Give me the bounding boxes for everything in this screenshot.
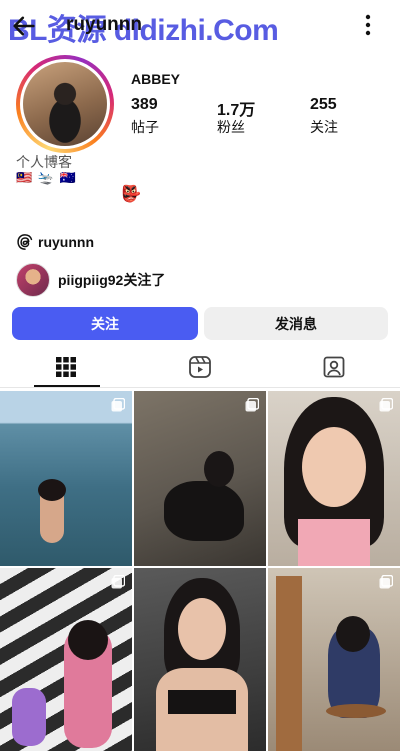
post-thumbnail[interactable] [268,568,400,751]
post-thumbnail[interactable] [0,568,132,751]
threads-handle[interactable]: ruyunnn [38,234,94,250]
following-count[interactable]: 255 [310,96,337,114]
multi-photo-icon [111,398,125,412]
tabs-divider [0,387,400,388]
multi-photo-icon [379,398,393,412]
display-name: ABBEY [131,71,181,87]
back-arrow-icon[interactable] [10,12,38,40]
watermark-text: BL资源 dldizhi.Com [8,14,279,47]
bio-mask-emoji: 👺 [121,186,141,203]
threads-icon[interactable] [16,233,34,251]
posts-label[interactable]: 帖子 [131,117,159,137]
posts-count[interactable]: 389 [131,96,158,114]
more-options-icon[interactable] [358,12,378,38]
tab-reels[interactable] [168,348,232,386]
multi-photo-icon [111,575,125,589]
followers-label[interactable]: 粉丝 [217,117,245,137]
profile-avatar[interactable] [16,55,114,153]
following-label[interactable]: 关注 [310,117,338,137]
grid-icon [56,357,76,377]
posts-grid [0,391,400,751]
mutual-follower-avatar[interactable] [16,263,50,297]
post-thumbnail[interactable] [134,391,266,566]
post-thumbnail[interactable] [0,391,132,566]
multi-photo-icon [245,398,259,412]
message-button[interactable]: 发消息 [204,307,388,340]
reels-icon [189,356,211,378]
avatar-photo [23,62,107,146]
bio-flags: 🇲🇾 🛬 🇦🇺 [16,170,77,185]
tagged-icon [323,356,345,378]
multi-photo-icon [379,575,393,589]
tab-tagged[interactable] [302,348,366,386]
profile-category: 个人博客 [16,154,72,170]
follow-button[interactable]: 关注 [12,307,198,340]
post-thumbnail[interactable] [134,568,266,751]
post-thumbnail[interactable] [268,391,400,566]
profile-username: ruyunnn [66,14,142,35]
tab-posts-grid[interactable] [34,348,98,386]
followed-by-text[interactable]: piigpiig92关注了 [58,270,165,290]
